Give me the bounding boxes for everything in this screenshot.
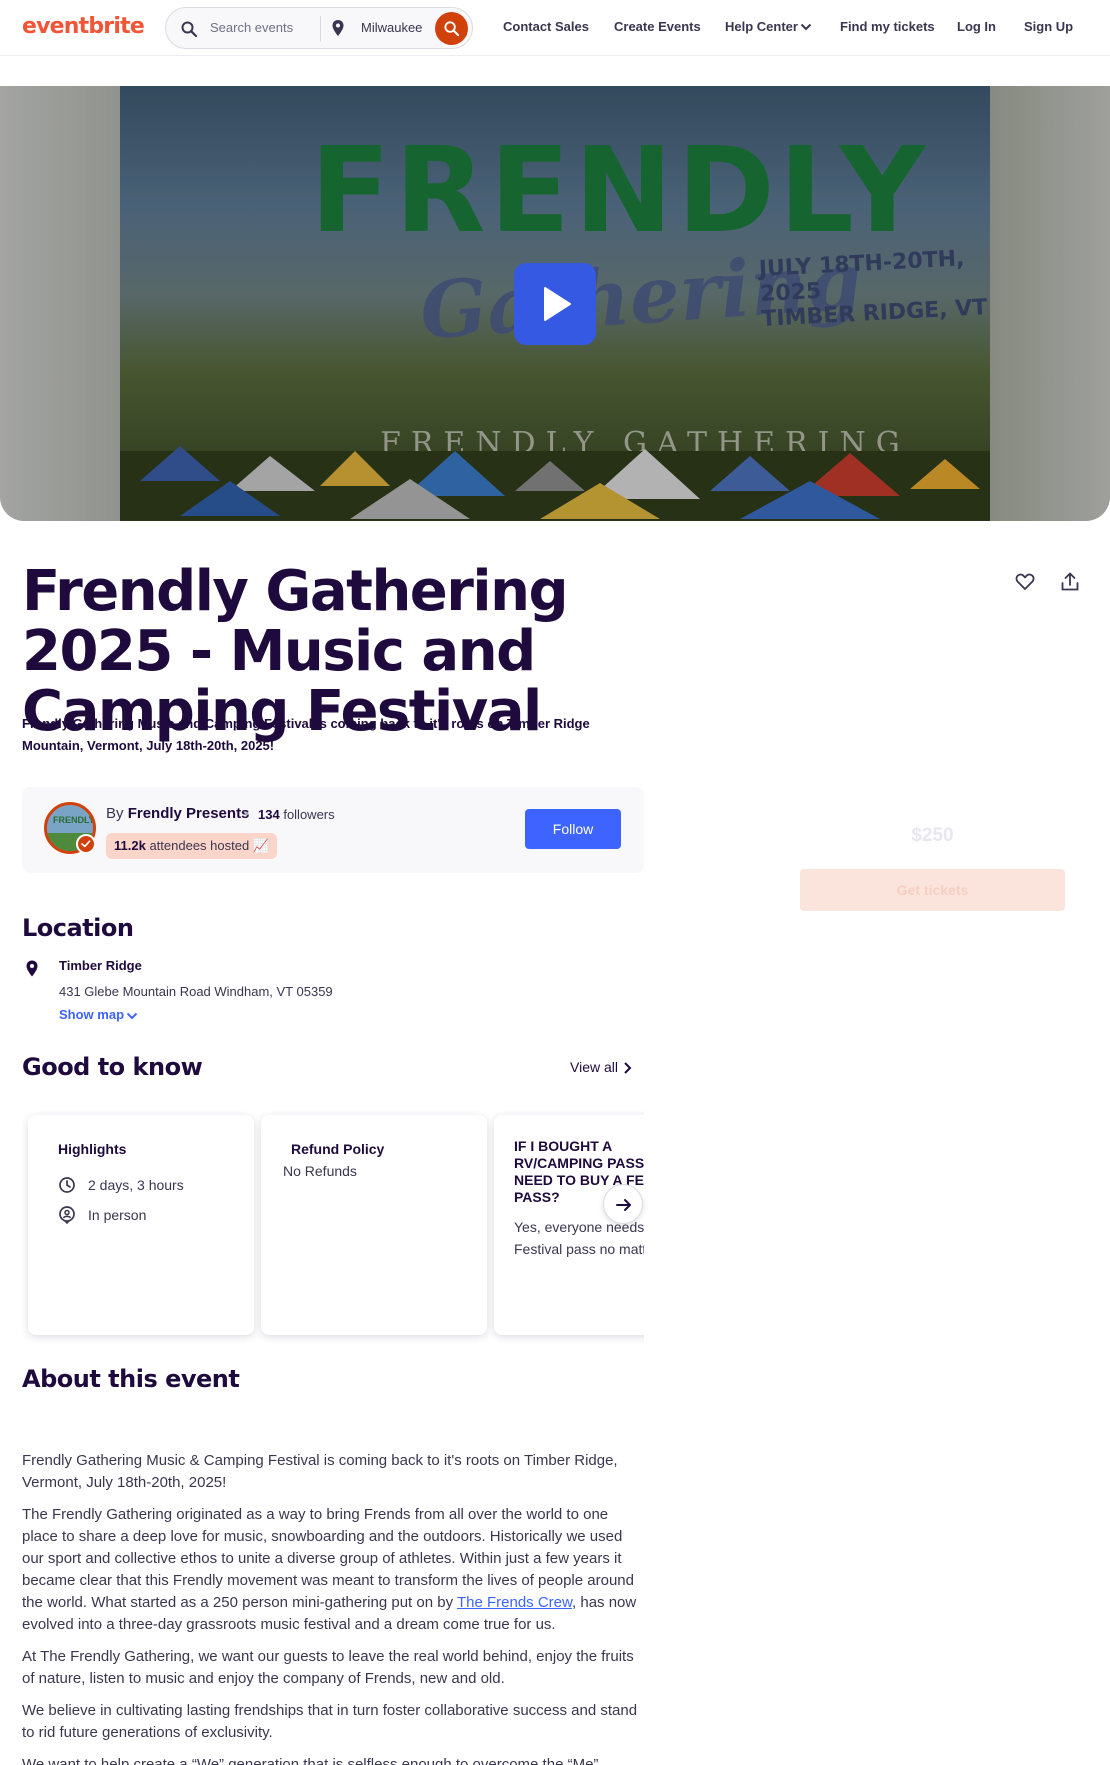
share-icon[interactable]	[1058, 570, 1082, 594]
verified-badge-icon	[76, 834, 96, 854]
about-paragraph: The Frendly Gathering originated as a wa…	[22, 1504, 647, 1636]
top-navigation-bar: eventbrite Search events Milwaukee Conta…	[0, 0, 1110, 56]
location-pin-icon	[332, 20, 344, 36]
organizer-separator-dot: •	[244, 805, 249, 821]
search-icon	[181, 21, 198, 38]
search-submit-button[interactable]	[435, 12, 468, 45]
person-pin-icon	[59, 1206, 75, 1224]
sign-up-link[interactable]: Sign Up	[1024, 19, 1073, 34]
organizer-byline: By Frendly Presents	[106, 805, 249, 822]
refund-policy-title: Refund Policy	[291, 1141, 385, 1157]
about-paragraph: We want to help create a “We” generation…	[22, 1756, 599, 1765]
about-paragraph: At The Frendly Gathering, we want our gu…	[22, 1648, 634, 1687]
search-icon	[444, 21, 460, 37]
attendees-count: 11.2k	[114, 838, 146, 853]
highlights-title: Highlights	[58, 1141, 127, 1157]
good-to-know-heading: Good to know	[22, 1053, 203, 1081]
followers-count: 134	[258, 807, 280, 822]
good-to-know-carousel: Highlights 2 days, 3 hours In person Ref…	[22, 1110, 644, 1345]
about-paragraph: Frendly Gathering Music & Camping Festiv…	[22, 1452, 618, 1491]
ticket-price: $250	[911, 825, 954, 846]
refund-policy-card: Refund Policy No Refunds	[261, 1115, 487, 1335]
eventbrite-logo[interactable]: eventbrite	[22, 14, 145, 39]
format-text: In person	[88, 1207, 147, 1223]
search-input[interactable]: Search events	[210, 20, 293, 35]
attendees-label: attendees hosted	[149, 838, 250, 853]
arrow-right-icon	[616, 1199, 631, 1211]
about-description: Frendly Gathering Music & Camping Festiv…	[22, 1450, 647, 1765]
view-all-link[interactable]: View all	[570, 1059, 618, 1075]
heart-icon[interactable]	[1013, 570, 1037, 594]
attendees-hosted-badge: 11.2k attendees hosted 📈	[106, 833, 278, 859]
find-my-tickets-link[interactable]: Find my tickets	[840, 19, 935, 34]
carousel-next-button[interactable]	[603, 1184, 643, 1224]
clock-icon	[59, 1177, 75, 1193]
search-divider	[320, 16, 321, 42]
venue-address: 431 Glebe Mountain Road Windham, VT 0535…	[59, 984, 333, 999]
chevron-down-icon[interactable]	[800, 22, 812, 32]
event-hero-media: FRENDLY Gathering JULY 18TH-20TH, 2025 T…	[0, 86, 1110, 521]
organizer-name-link[interactable]: Frendly Presents	[128, 805, 250, 822]
chevron-right-icon[interactable]	[622, 1061, 632, 1075]
chevron-down-icon[interactable]	[126, 1011, 138, 1021]
ticket-panel: $250 Get tickets	[800, 790, 1065, 920]
trending-chart-icon: 📈	[252, 838, 270, 853]
about-heading: About this event	[22, 1365, 240, 1393]
location-heading: Location	[22, 914, 134, 942]
play-video-button[interactable]	[514, 263, 596, 345]
organizer-followers: 134 followers	[258, 807, 335, 822]
log-in-link[interactable]: Log In	[957, 19, 996, 34]
refund-policy-text: No Refunds	[283, 1163, 357, 1179]
follow-button[interactable]: Follow	[525, 809, 621, 849]
help-center-menu[interactable]: Help Center	[725, 19, 798, 34]
search-bar: Search events Milwaukee	[165, 7, 473, 49]
location-input[interactable]: Milwaukee	[361, 20, 422, 35]
organizer-avatar-text: FRENDLY	[53, 815, 95, 825]
about-paragraph: We believe in cultivating lasting frends…	[22, 1702, 638, 1741]
location-pin-icon	[26, 960, 38, 977]
create-events-link[interactable]: Create Events	[614, 19, 701, 34]
faq-card[interactable]: IF I BOUGHT A RV/CAMPING PASS, DO I NEED…	[494, 1115, 644, 1335]
event-summary: Frendly Gathering Music and Camping Fest…	[22, 716, 590, 753]
show-map-link[interactable]: Show map	[59, 1007, 124, 1022]
followers-label: followers	[283, 807, 335, 822]
get-tickets-button[interactable]: Get tickets	[800, 869, 1065, 911]
frends-crew-link[interactable]: The Frends Crew	[457, 1594, 572, 1611]
duration-text: 2 days, 3 hours	[88, 1177, 184, 1193]
contact-sales-link[interactable]: Contact Sales	[503, 19, 589, 34]
venue-name: Timber Ridge	[59, 958, 142, 973]
organizer-by-prefix: By	[106, 805, 124, 822]
organizer-card: FRENDLY By Frendly Presents • 134 follow…	[22, 787, 644, 873]
highlights-card: Highlights 2 days, 3 hours In person	[28, 1115, 254, 1335]
play-icon	[544, 287, 571, 321]
